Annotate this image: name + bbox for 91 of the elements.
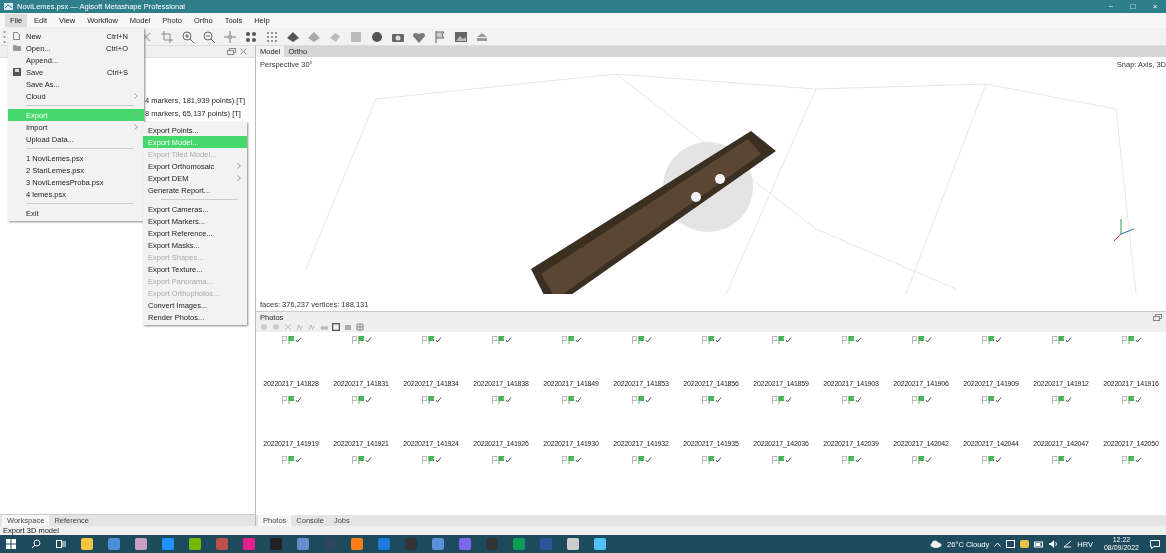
zoom-in-icon[interactable] bbox=[181, 29, 195, 44]
camera-status-icon bbox=[1050, 395, 1072, 406]
flag-icon[interactable] bbox=[433, 29, 447, 44]
camera-status-icon bbox=[1050, 455, 1072, 466]
close-icon[interactable] bbox=[240, 48, 247, 56]
camera-status-icon bbox=[630, 455, 652, 466]
sort-icon[interactable] bbox=[296, 323, 304, 332]
app-icon[interactable] bbox=[513, 538, 525, 551]
camera-status-icon bbox=[840, 335, 862, 346]
solid-model-icon[interactable] bbox=[307, 29, 321, 44]
camera-status-icon bbox=[630, 395, 652, 406]
device-icon[interactable] bbox=[1006, 540, 1016, 549]
camera-status-icon bbox=[490, 395, 512, 406]
app-logo-icon bbox=[4, 3, 13, 10]
app-icon[interactable] bbox=[594, 538, 606, 551]
binoculars-icon[interactable] bbox=[320, 323, 328, 332]
app-icon[interactable] bbox=[108, 538, 120, 551]
grid-view-icon[interactable] bbox=[356, 323, 364, 332]
chevron-up-icon[interactable] bbox=[994, 541, 1002, 547]
document-icon bbox=[13, 32, 20, 40]
camera-status-icon bbox=[560, 455, 582, 466]
app-icon[interactable] bbox=[567, 538, 579, 551]
camera-status-icon bbox=[980, 395, 1002, 406]
camera-status-icon bbox=[840, 455, 862, 466]
float-pane-icon[interactable] bbox=[227, 48, 236, 56]
camera-status-icon bbox=[420, 335, 442, 346]
window-control-button[interactable]: − bbox=[1100, 0, 1122, 13]
toolbar-grip-icon bbox=[3, 29, 6, 44]
camera-status-icon bbox=[910, 395, 932, 406]
windows-start-icon[interactable] bbox=[6, 539, 16, 550]
camera-status-icon bbox=[910, 335, 932, 346]
app-icon[interactable] bbox=[162, 538, 174, 551]
camera-status-icon bbox=[350, 455, 372, 466]
camera-status-icon bbox=[770, 395, 792, 406]
camera-status-icon bbox=[840, 395, 862, 406]
camera-status-icon bbox=[980, 455, 1002, 466]
app-icon[interactable] bbox=[135, 538, 147, 551]
app-icon[interactable] bbox=[351, 538, 363, 551]
move-icon[interactable] bbox=[223, 29, 237, 44]
dense-points-icon[interactable] bbox=[265, 29, 279, 44]
camera-status-icon bbox=[490, 455, 512, 466]
app-icon[interactable] bbox=[81, 538, 93, 551]
remove-icon[interactable] bbox=[284, 323, 292, 332]
globe-icon[interactable] bbox=[370, 29, 384, 44]
camera-status-icon bbox=[910, 455, 932, 466]
keyboard-icon[interactable] bbox=[1063, 540, 1073, 549]
app-icon[interactable] bbox=[189, 538, 201, 551]
camera-status-icon bbox=[980, 335, 1002, 346]
tiled-model-icon[interactable] bbox=[349, 29, 363, 44]
window-control-button[interactable]: □ bbox=[1122, 0, 1144, 13]
image-icon[interactable] bbox=[454, 29, 468, 44]
float-pane-icon[interactable] bbox=[1153, 313, 1162, 321]
axes-icon bbox=[1113, 218, 1135, 242]
camera-status-icon bbox=[1120, 395, 1142, 406]
shaded-model-icon[interactable] bbox=[286, 29, 300, 44]
camera-status-icon bbox=[630, 335, 652, 346]
crop-icon[interactable] bbox=[160, 29, 174, 44]
camera-status-icon bbox=[1050, 335, 1072, 346]
sort-icon[interactable] bbox=[308, 323, 316, 332]
search-icon[interactable] bbox=[31, 539, 41, 550]
folder-icon bbox=[13, 44, 21, 51]
photo-icon[interactable] bbox=[344, 323, 352, 332]
tray-app-icon[interactable] bbox=[1020, 540, 1030, 549]
camera-status-icon bbox=[420, 395, 442, 406]
camera-status-icon bbox=[700, 455, 722, 466]
camera-status-icon bbox=[280, 335, 302, 346]
camera-status-icon bbox=[280, 395, 302, 406]
task-view-icon[interactable] bbox=[56, 539, 66, 550]
camera-status-icon bbox=[420, 455, 442, 466]
frame-icon[interactable] bbox=[332, 323, 340, 332]
camera-status-icon bbox=[280, 455, 302, 466]
app-icon[interactable] bbox=[297, 538, 309, 551]
cloud-icon bbox=[930, 540, 943, 549]
camera-status-icon bbox=[770, 455, 792, 466]
camera-status-icon bbox=[1120, 455, 1142, 466]
battery-icon[interactable] bbox=[1034, 540, 1045, 548]
zoom-out-icon[interactable] bbox=[202, 29, 216, 44]
camera-status-icon bbox=[700, 395, 722, 406]
camera-status-icon bbox=[1120, 335, 1142, 346]
camera-status-icon bbox=[490, 335, 512, 346]
speaker-icon[interactable] bbox=[1049, 540, 1059, 549]
app-icon[interactable] bbox=[432, 538, 444, 551]
camera-status-icon bbox=[560, 335, 582, 346]
camera-status-icon bbox=[770, 335, 792, 346]
points-icon[interactable] bbox=[244, 29, 258, 44]
notification-icon[interactable] bbox=[1150, 539, 1160, 549]
window-control-button[interactable]: × bbox=[1144, 0, 1166, 13]
camera-status-icon bbox=[350, 335, 372, 346]
camera-status-icon bbox=[560, 395, 582, 406]
camera-status-icon bbox=[700, 335, 722, 346]
camera-status-icon bbox=[350, 395, 372, 406]
